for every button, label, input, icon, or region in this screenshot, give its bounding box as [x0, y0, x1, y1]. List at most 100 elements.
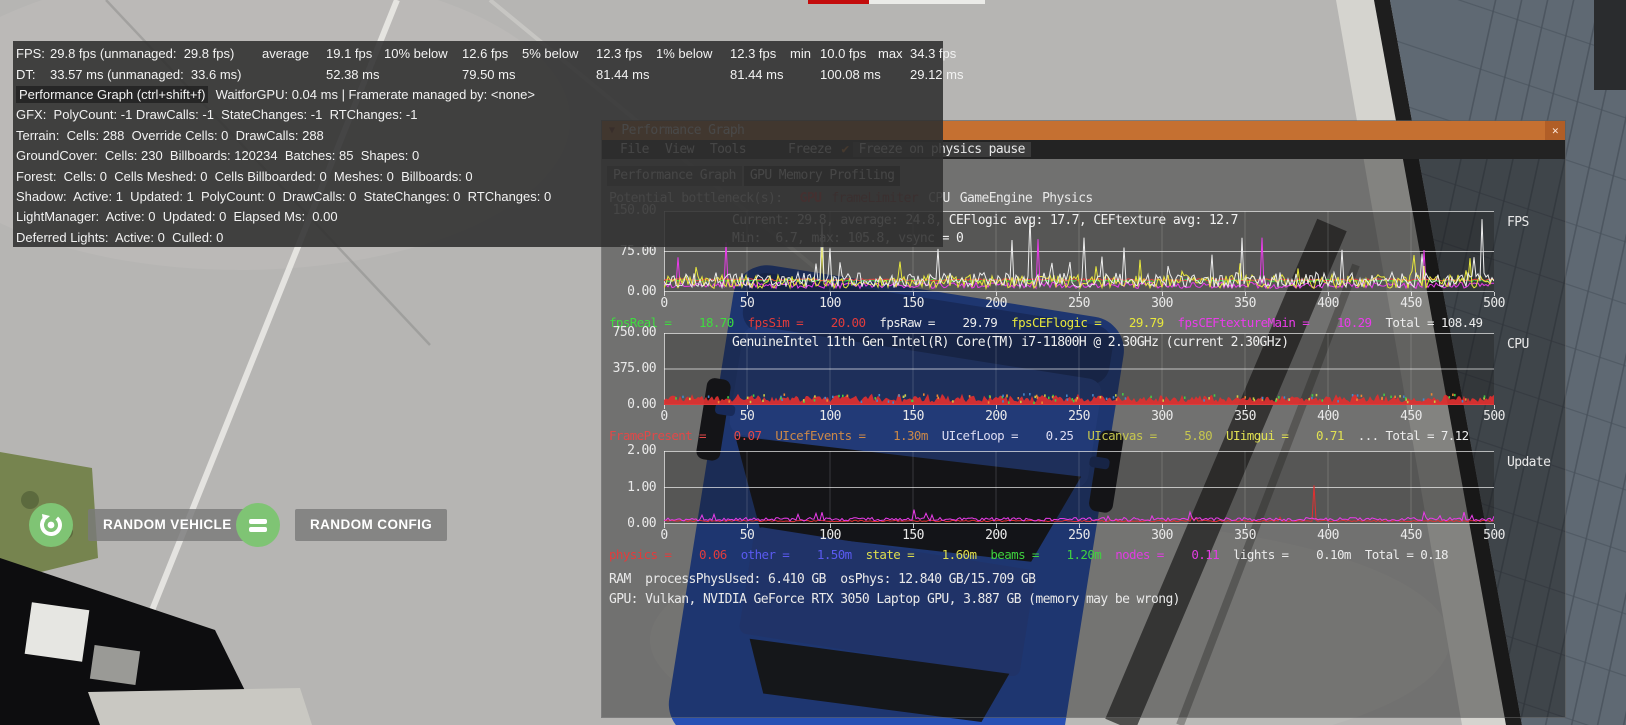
x-axis-label: 0 — [660, 296, 668, 311]
stats-rows: FPS: 29.8 fps (unmanaged: 29.8 fps) averag… — [16, 43, 963, 85]
stats-row: FPS: 29.8 fps (unmanaged: 29.8 fps) averag… — [16, 43, 956, 64]
stats-line: GFX: PolyCount: -1 DrawCalls: -1 StateCh… — [16, 107, 418, 123]
x-axis-label: 350 — [1234, 409, 1256, 424]
legend-item: nodes = 0.11 — [1115, 547, 1220, 562]
x-axis-label: 300 — [1151, 528, 1173, 543]
x-axis-label: 500 — [1483, 296, 1505, 311]
loading-bar-white — [869, 0, 985, 4]
legend-item: UIimgui = 0.71 — [1226, 428, 1344, 443]
stats-cell: min — [790, 46, 811, 61]
ram-info-line: RAM processPhysUsed: 6.410 GB osPhys: 12… — [609, 572, 1036, 587]
y-axis-label: 750.00 — [612, 325, 657, 340]
graph-canvas — [663, 451, 1495, 524]
x-axis-label: 50 — [739, 528, 755, 543]
stats-cell: 34.3 fps — [910, 46, 957, 61]
x-axis-label: 100 — [819, 296, 841, 311]
stats-cell — [790, 64, 820, 85]
x-axis-label: 0 — [660, 409, 668, 424]
graph-side-label-fps: FPS — [1507, 215, 1529, 230]
stats-lines: GFX: PolyCount: -1 DrawCalls: -1 StateCh… — [16, 105, 943, 248]
legend-item: UIcanvas = 5.80 — [1087, 428, 1213, 443]
stats-cell: 1% below — [656, 46, 713, 61]
stats-line: Forest: Cells: 0 Cells Meshed: 0 Cells B… — [16, 168, 473, 184]
sidewalk-path — [88, 688, 312, 725]
random-config-label[interactable]: RANDOM CONFIG — [295, 509, 448, 541]
gpu-info-line: GPU: Vulkan, NVIDIA GeForce RTX 3050 Lap… — [609, 592, 1181, 607]
stats-cell: DT: — [16, 67, 36, 82]
graph-plot-cpu: GenuineIntel 11th Gen Intel(R) Core(TM) … — [664, 333, 1494, 405]
legend-item: ... Total = 7.12 — [1357, 428, 1469, 443]
stats-cell: 79.50 ms — [462, 67, 516, 82]
x-axis-label: 300 — [1151, 409, 1173, 424]
graph-plot-update — [663, 451, 1495, 524]
legend-item: state = 1.60m — [865, 547, 977, 562]
stats-line: Terrain: Cells: 288 Override Cells: 0 Dr… — [16, 127, 324, 143]
stats-cell — [878, 64, 910, 85]
x-axis-label: 100 — [819, 409, 841, 424]
x-axis-label: 450 — [1400, 409, 1422, 424]
random-config-icon[interactable] — [236, 503, 280, 547]
stats-cell: 10% below — [384, 46, 448, 61]
debug-stats-panel: FPS: 29.8 fps (unmanaged: 29.8 fps) averag… — [13, 41, 963, 248]
y-axis-label: 2.00 — [627, 443, 657, 458]
building-sign — [24, 602, 90, 662]
stats-cell: 81.44 ms — [596, 67, 650, 82]
stats-line: Shadow: Active: 1 Updated: 1 PolyCount: … — [16, 188, 552, 204]
stats-cell: max — [878, 46, 903, 61]
random-vehicle-icon[interactable] — [29, 503, 73, 547]
legend-item: Total = 108.49 — [1385, 315, 1483, 330]
legend-item: UIcefEvents = 1.30m — [775, 428, 928, 443]
graph-annotation: GenuineIntel 11th Gen Intel(R) Core(TM) … — [732, 335, 1289, 350]
random-vehicle-label[interactable]: RANDOM VEHICLE — [88, 509, 247, 541]
legend-item: fpsCEFtextureMain = 10.29 — [1177, 315, 1373, 330]
stats-cell — [656, 64, 730, 85]
x-axis-label: 200 — [985, 409, 1007, 424]
legend-item: FramePresent = 0.07 — [609, 428, 762, 443]
x-axis-label: 200 — [985, 528, 1007, 543]
legend-item: physics = 0.06 — [609, 547, 727, 562]
stats-hotkey-line: Performance Graph (ctrl+shift+f) Waitfor… — [16, 85, 943, 105]
stats-cell: 29.8 fps (unmanaged: 29.8 fps) — [50, 46, 235, 61]
legend-item: fpsSim = 20.00 — [747, 315, 866, 330]
graph-side-label-cpu: CPU — [1507, 337, 1529, 352]
x-axis-label: 150 — [902, 409, 924, 424]
legend-item: beams = 1.20m — [990, 547, 1102, 562]
graph-legend-update: physics = 0.06 other = 1.50m state = 1.60m… — [609, 547, 1449, 562]
x-axis-label: 150 — [902, 528, 924, 543]
stats-cell: 29.12 ms — [910, 67, 964, 82]
stats-cell: 19.1 fps — [326, 46, 373, 61]
legend-item: Total = 0.18 — [1364, 547, 1449, 562]
legend-item: UIcefLoop = 0.25 — [941, 428, 1074, 443]
graph-side-label-update: Update — [1507, 455, 1551, 470]
loading-bar-red — [808, 0, 869, 4]
x-axis-label: 400 — [1317, 296, 1339, 311]
stats-cell: FPS: — [16, 46, 45, 61]
x-axis-label: 400 — [1317, 409, 1339, 424]
stats-cell: 12.3 fps — [730, 46, 777, 61]
x-axis-label: 0 — [660, 528, 668, 543]
x-axis-label: 300 — [1151, 296, 1173, 311]
x-axis-label: 450 — [1400, 296, 1422, 311]
y-axis-label: 1.00 — [627, 479, 657, 495]
stats-cell: 33.57 ms (unmanaged: 33.6 ms) — [50, 67, 242, 82]
corner-dark — [1594, 0, 1626, 90]
legend-item: fpsRaw = 29.79 — [879, 315, 998, 330]
legend-item: other = 1.50m — [740, 547, 852, 562]
x-axis-label: 500 — [1483, 528, 1505, 543]
legend-item: fpsCEFlogic = 29.79 — [1011, 315, 1164, 330]
x-axis-label: 250 — [1068, 528, 1090, 543]
random-config-button[interactable]: RANDOM CONFIG — [236, 503, 448, 547]
graph-legend-cpu: FramePresent = 0.07 UIcefEvents = 1.30m UI… — [609, 428, 1469, 443]
x-axis-label: 50 — [739, 409, 755, 424]
stats-line: GroundCover: Cells: 230 Billboards: 1202… — [16, 148, 420, 164]
stats-cell: 81.44 ms — [730, 67, 784, 82]
x-axis-label: 500 — [1483, 409, 1505, 424]
stats-line: LightManager: Active: 0 Updated: 0 Elaps… — [16, 209, 338, 225]
x-axis-label: 250 — [1068, 296, 1090, 311]
stats-cell: average — [262, 46, 309, 61]
x-axis-label: 50 — [739, 296, 755, 311]
stats-cell: 12.6 fps — [462, 46, 509, 61]
random-vehicle-button[interactable]: RANDOM VEHICLE — [29, 503, 247, 547]
y-axis-label: 375.00 — [612, 361, 657, 376]
stats-line: Deferred Lights: Active: 0 Culled: 0 — [16, 229, 224, 245]
